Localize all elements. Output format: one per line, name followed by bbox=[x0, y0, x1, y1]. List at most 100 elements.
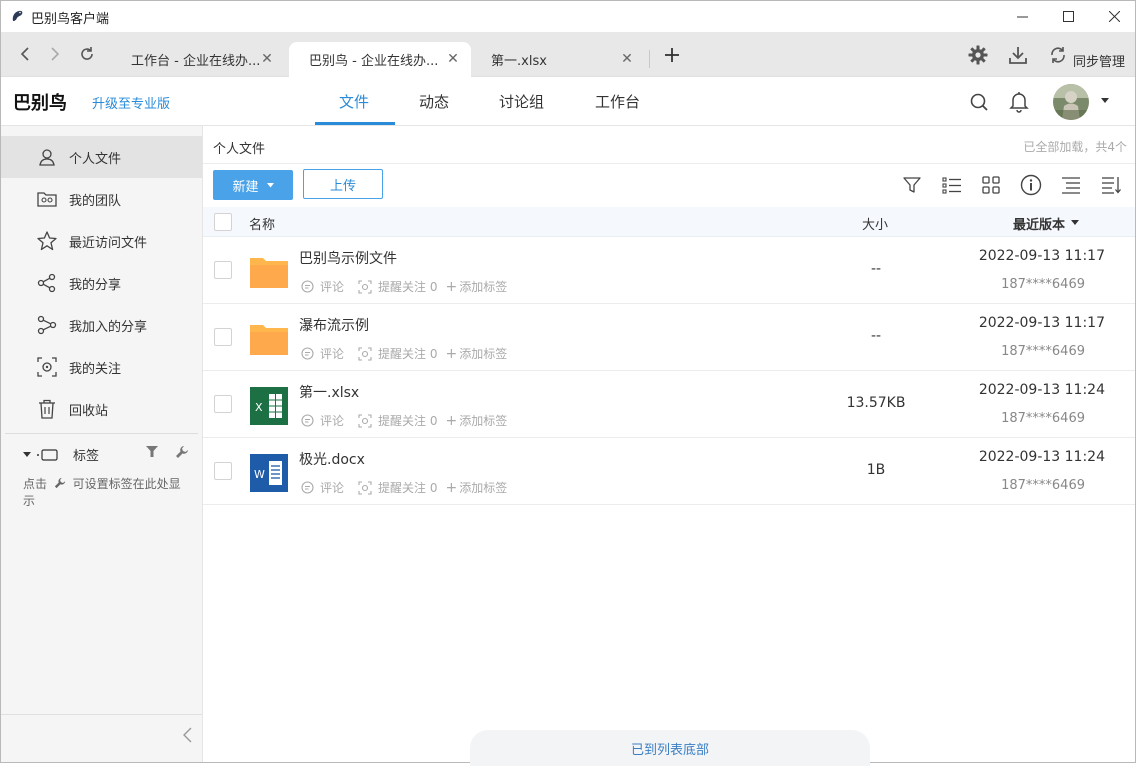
sidebar-item-label: 最近访问文件 bbox=[69, 235, 148, 251]
list-view-button[interactable] bbox=[941, 174, 963, 196]
caret-down-icon[interactable] bbox=[1101, 98, 1109, 103]
nav-tab-files[interactable]: 文件 bbox=[339, 91, 369, 112]
team-folder-icon bbox=[37, 189, 57, 209]
folder-icon bbox=[250, 258, 288, 288]
sidebar-item-my-shares[interactable]: 我的分享 bbox=[1, 262, 202, 304]
remind-action[interactable]: 提醒关注 0 bbox=[358, 345, 437, 362]
file-name[interactable]: 瀑布流示例 bbox=[299, 315, 369, 335]
end-of-list-text: 已到列表底部 bbox=[630, 742, 709, 758]
file-name[interactable]: 巴别鸟示例文件 bbox=[299, 248, 397, 268]
wrench-icon[interactable] bbox=[175, 445, 189, 459]
table-row[interactable]: W 极光.docx 评论 提醒关注 0 + 添加标签 1B 2022-09-13… bbox=[203, 438, 1135, 505]
comment-action[interactable]: 评论 bbox=[301, 345, 344, 362]
add-tag-action[interactable]: + 添加标签 bbox=[445, 412, 507, 429]
sidebar-item-my-focus[interactable]: 我的关注 bbox=[1, 346, 202, 388]
download-button[interactable] bbox=[1007, 44, 1029, 66]
comment-label: 评论 bbox=[320, 280, 345, 294]
sidebar-item-my-team[interactable]: 我的团队 bbox=[1, 178, 202, 220]
add-tag-action[interactable]: + 添加标签 bbox=[445, 345, 507, 362]
add-tag-action[interactable]: + 添加标签 bbox=[445, 278, 507, 295]
caret-down-icon[interactable] bbox=[23, 452, 31, 458]
nav-tab-discussion[interactable]: 讨论组 bbox=[499, 91, 544, 112]
tab-babelbird[interactable]: 巴别鸟 - 企业在线办... ✕ bbox=[289, 42, 471, 77]
row-checkbox[interactable] bbox=[214, 328, 232, 346]
close-window-button[interactable] bbox=[1091, 1, 1136, 32]
remind-action[interactable]: 提醒关注 0 bbox=[358, 479, 437, 496]
tags-label: 标签 bbox=[73, 449, 100, 464]
filter-button[interactable] bbox=[901, 174, 923, 196]
sync-button[interactable] bbox=[1047, 44, 1069, 66]
sort-button[interactable] bbox=[1100, 174, 1122, 196]
comment-icon bbox=[301, 280, 314, 293]
word-file-icon: W bbox=[250, 454, 288, 492]
sidebar-item-personal-files[interactable]: 个人文件 bbox=[1, 136, 202, 178]
comment-action[interactable]: 评论 bbox=[301, 278, 344, 295]
sidebar-item-label: 我的团队 bbox=[69, 193, 122, 209]
comment-action[interactable]: 评论 bbox=[301, 412, 344, 429]
upgrade-link[interactable]: 升级至专业版 bbox=[92, 93, 170, 112]
table-row[interactable]: X 第一.xlsx 评论 提醒关注 0 + 添加标签 13.57KB 2022-… bbox=[203, 371, 1135, 438]
forward-button[interactable] bbox=[45, 44, 65, 64]
minimize-button[interactable] bbox=[999, 1, 1045, 32]
reload-button[interactable] bbox=[77, 44, 97, 64]
row-checkbox[interactable] bbox=[214, 395, 232, 413]
tab-workbench[interactable]: 工作台 - 企业在线办... ✕ bbox=[117, 42, 285, 77]
collapse-sidebar-icon[interactable] bbox=[181, 726, 195, 744]
comment-label: 评论 bbox=[320, 481, 345, 495]
search-button[interactable] bbox=[968, 91, 990, 113]
avatar[interactable] bbox=[1053, 84, 1089, 120]
select-all-checkbox[interactable] bbox=[214, 213, 232, 231]
file-owner: 187****6469 bbox=[1001, 478, 1085, 493]
caret-down-icon[interactable] bbox=[1071, 220, 1079, 225]
settings-button[interactable] bbox=[967, 44, 989, 66]
remind-action[interactable]: 提醒关注 0 bbox=[358, 412, 437, 429]
upload-button[interactable]: 上传 bbox=[303, 169, 383, 199]
star-icon bbox=[37, 231, 57, 251]
nav-tab-workbench[interactable]: 工作台 bbox=[595, 91, 640, 112]
remind-action[interactable]: 提醒关注 0 bbox=[358, 278, 437, 295]
info-button[interactable] bbox=[1020, 174, 1042, 196]
back-button[interactable] bbox=[15, 44, 35, 64]
table-row[interactable]: 巴别鸟示例文件 评论 提醒关注 0 + 添加标签 -- 2022-09-13 1… bbox=[203, 237, 1135, 304]
sync-label[interactable]: 同步管理 bbox=[1073, 51, 1125, 70]
remind-label: 提醒关注 0 bbox=[378, 347, 438, 361]
table-row[interactable]: 瀑布流示例 评论 提醒关注 0 + 添加标签 -- 2022-09-13 11:… bbox=[203, 304, 1135, 371]
notifications-button[interactable] bbox=[1008, 91, 1030, 113]
new-button[interactable]: 新建 bbox=[213, 170, 293, 200]
nav-tab-activity[interactable]: 动态 bbox=[419, 91, 449, 112]
table-header: 名称 大小 最近版本 bbox=[203, 207, 1135, 237]
caret-down-icon bbox=[266, 182, 274, 187]
breadcrumb[interactable]: 个人文件 bbox=[213, 138, 265, 157]
new-tab-button[interactable] bbox=[661, 44, 683, 66]
file-name[interactable]: 第一.xlsx bbox=[299, 382, 359, 402]
add-tag-action[interactable]: + 添加标签 bbox=[445, 479, 507, 496]
list-view-icon bbox=[942, 177, 961, 194]
file-owner: 187****6469 bbox=[1001, 411, 1085, 426]
tab-xlsx[interactable]: 第一.xlsx ✕ bbox=[477, 42, 645, 77]
file-date: 2022-09-13 11:17 bbox=[978, 315, 1105, 331]
sidebar-item-joined-shares[interactable]: 我加入的分享 bbox=[1, 304, 202, 346]
sidebar-item-label: 个人文件 bbox=[69, 151, 122, 167]
maximize-button[interactable] bbox=[1045, 1, 1091, 32]
column-size[interactable]: 大小 bbox=[862, 214, 888, 233]
sidebar-item-recent-files[interactable]: 最近访问文件 bbox=[1, 220, 202, 262]
file-name[interactable]: 极光.docx bbox=[299, 449, 365, 469]
file-list-panel: 个人文件 已全部加载，共4个 新建 上传 名称 大小 最近版本 巴别鸟示例文件 … bbox=[203, 126, 1135, 766]
column-version[interactable]: 最近版本 bbox=[1013, 214, 1065, 233]
column-name[interactable]: 名称 bbox=[249, 214, 275, 233]
row-checkbox[interactable] bbox=[214, 261, 232, 279]
plus-icon: + bbox=[445, 479, 458, 496]
comment-action[interactable]: 评论 bbox=[301, 479, 344, 496]
grid-view-icon bbox=[982, 176, 1000, 194]
details-view-button[interactable] bbox=[1060, 174, 1082, 196]
filter-icon[interactable] bbox=[146, 446, 158, 458]
close-icon[interactable]: ✕ bbox=[447, 52, 459, 66]
close-icon[interactable]: ✕ bbox=[261, 52, 273, 66]
sidebar-item-recycle-bin[interactable]: 回收站 bbox=[1, 388, 202, 430]
file-date: 2022-09-13 11:17 bbox=[978, 248, 1105, 264]
remind-label: 提醒关注 0 bbox=[378, 280, 438, 294]
grid-view-button[interactable] bbox=[980, 174, 1002, 196]
close-icon[interactable]: ✕ bbox=[621, 52, 633, 66]
maximize-icon bbox=[1062, 11, 1074, 22]
row-checkbox[interactable] bbox=[214, 462, 232, 480]
